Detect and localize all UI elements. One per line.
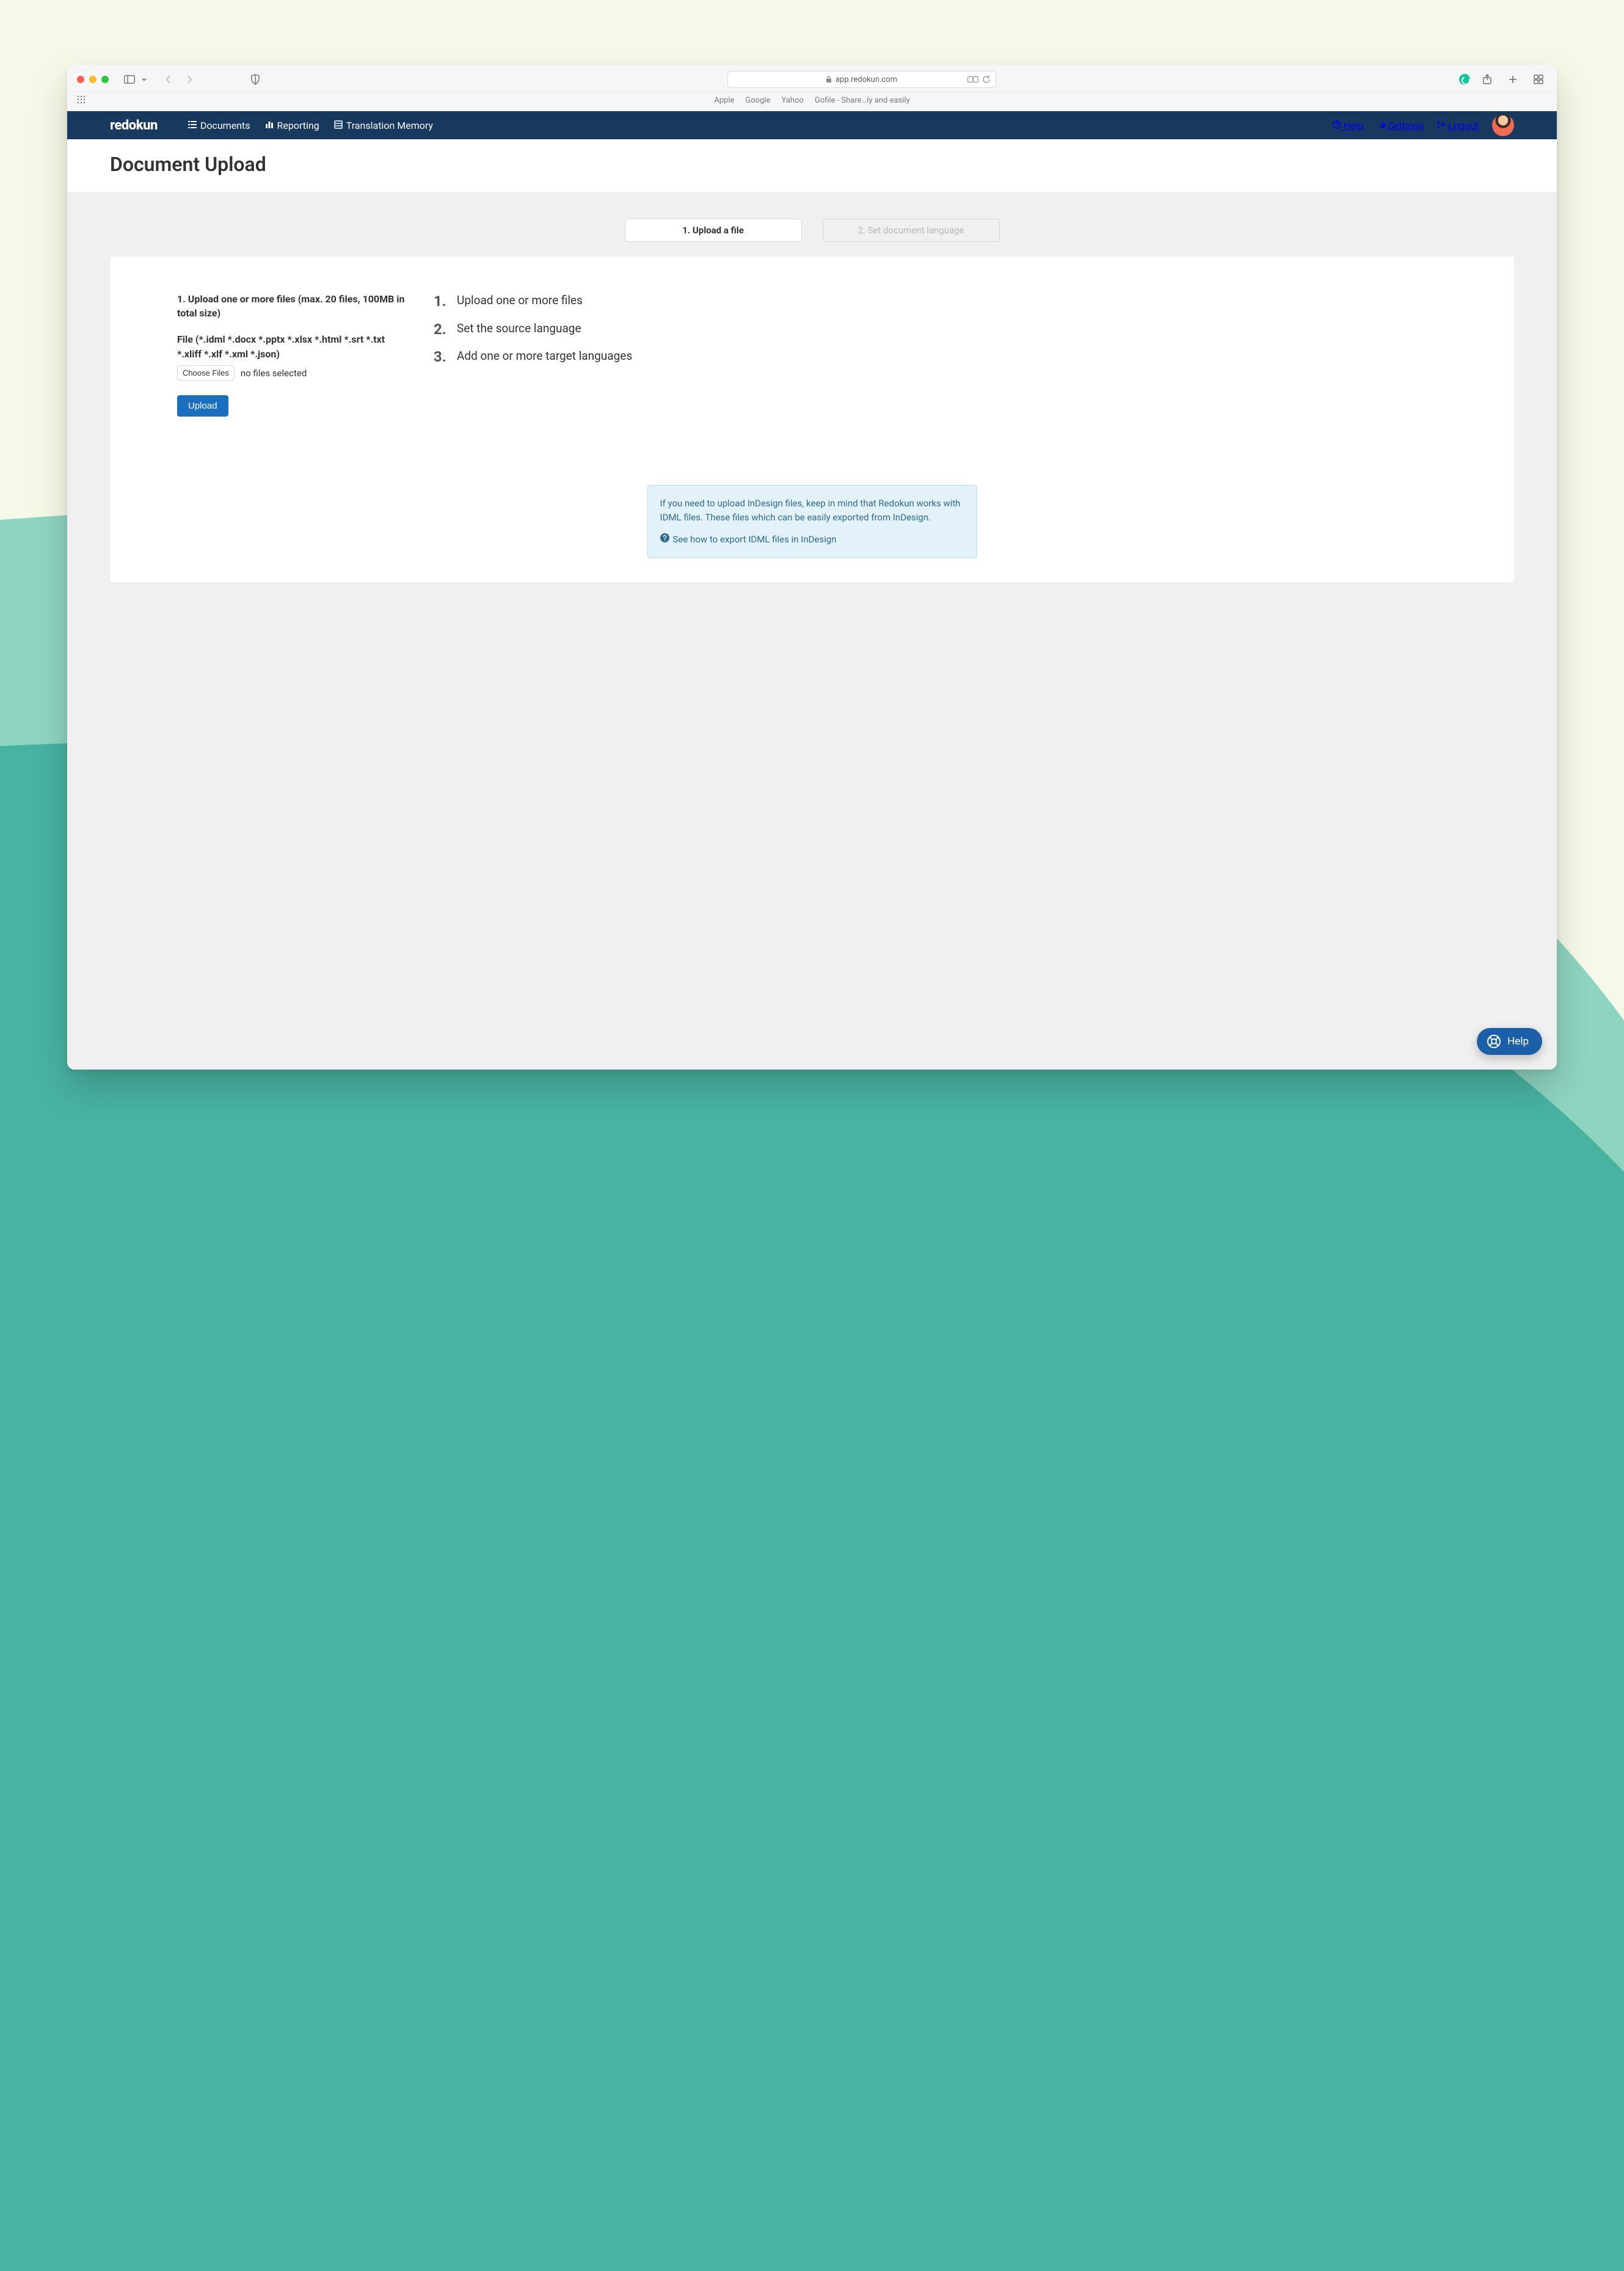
brand-logo[interactable]: redokun xyxy=(110,118,158,133)
nav-reporting[interactable]: Reporting xyxy=(265,120,319,131)
instruction-item-1: 1.Upload one or more files xyxy=(434,292,1447,309)
app-navbar: redokun Documents Reporting Translation … xyxy=(67,111,1557,139)
address-bar-text: app.redokun.com xyxy=(836,75,897,84)
window-controls xyxy=(77,76,109,83)
help-icon xyxy=(1333,120,1344,131)
sidebar-toggle-icon[interactable] xyxy=(121,72,138,87)
upload-button[interactable]: Upload xyxy=(177,395,228,417)
help-widget-button[interactable]: Help xyxy=(1477,1028,1542,1055)
nav-help[interactable]: Help xyxy=(1333,120,1364,131)
info-link[interactable]: See how to export IDML files in InDesign xyxy=(673,533,837,547)
shield-icon[interactable] xyxy=(247,72,264,87)
sidebar-chevron-icon[interactable] xyxy=(139,72,149,87)
upload-heading: 1. Upload one or more files (max. 20 fil… xyxy=(177,292,409,320)
new-tab-icon[interactable] xyxy=(1504,72,1521,87)
minimize-window-button[interactable] xyxy=(89,76,96,83)
info-question-icon xyxy=(660,533,669,547)
memory-icon xyxy=(334,120,343,131)
upload-panel: 1. Upload one or more files (max. 20 fil… xyxy=(110,257,1514,583)
forward-button[interactable] xyxy=(181,72,198,87)
page-title: Document Upload xyxy=(110,153,1514,176)
browser-window: app.redokun.com xyxy=(67,65,1557,1070)
browser-toolbar: app.redokun.com xyxy=(67,65,1557,92)
tab-overview-icon[interactable] xyxy=(1530,72,1547,87)
lifebuoy-icon xyxy=(1487,1034,1501,1049)
chart-icon xyxy=(265,120,274,131)
reload-icon[interactable] xyxy=(982,75,991,84)
bookmark-apple[interactable]: Apple xyxy=(714,96,734,105)
list-icon xyxy=(188,120,197,131)
nav-logout[interactable]: Logout xyxy=(1437,120,1479,131)
help-widget-label: Help xyxy=(1507,1035,1529,1048)
nav-documents[interactable]: Documents xyxy=(188,120,250,131)
apps-grid-icon[interactable] xyxy=(77,95,86,106)
choose-files-button[interactable]: Choose Files xyxy=(177,365,235,381)
fullscreen-window-button[interactable] xyxy=(101,76,109,83)
bookmarks-bar: Apple Google Yahoo Gofile - Share…ly and… xyxy=(67,92,1557,111)
content-area: 1. Upload a file 2. Set document languag… xyxy=(67,192,1557,1070)
logout-icon xyxy=(1437,120,1448,131)
step-upload-file[interactable]: 1. Upload a file xyxy=(625,219,802,242)
address-bar[interactable]: app.redokun.com xyxy=(727,71,996,88)
file-selection-status: no files selected xyxy=(241,368,307,379)
file-types-label: File (*.idml *.docx *.pptx *.xlsx *.html… xyxy=(177,332,409,362)
info-text: If you need to upload InDesign files, ke… xyxy=(660,497,964,524)
bookmark-google[interactable]: Google xyxy=(745,96,770,105)
page-header: Document Upload xyxy=(67,139,1557,192)
grammarly-extension-icon[interactable] xyxy=(1459,74,1470,85)
close-window-button[interactable] xyxy=(77,76,84,83)
nav-settings[interactable]: Settings xyxy=(1377,120,1424,131)
user-avatar[interactable] xyxy=(1492,114,1514,136)
share-icon[interactable] xyxy=(1479,72,1496,87)
step-tabs: 1. Upload a file 2. Set document languag… xyxy=(110,219,1514,242)
bookmark-yahoo[interactable]: Yahoo xyxy=(781,96,803,105)
instruction-item-2: 2.Set the source language xyxy=(434,320,1447,337)
info-box: If you need to upload InDesign files, ke… xyxy=(647,485,977,558)
back-button[interactable] xyxy=(160,72,177,87)
gear-icon xyxy=(1377,120,1388,131)
reader-icon[interactable] xyxy=(967,75,978,84)
instruction-item-3: 3.Add one or more target languages xyxy=(434,348,1447,365)
lock-icon xyxy=(826,76,832,83)
step-set-language: 2. Set document language xyxy=(823,219,1000,242)
nav-translation-memory[interactable]: Translation Memory xyxy=(334,120,433,131)
bookmark-gofile[interactable]: Gofile - Share…ly and easily xyxy=(815,96,910,105)
instructions-list: 1.Upload one or more files 2.Set the sou… xyxy=(434,292,1447,365)
